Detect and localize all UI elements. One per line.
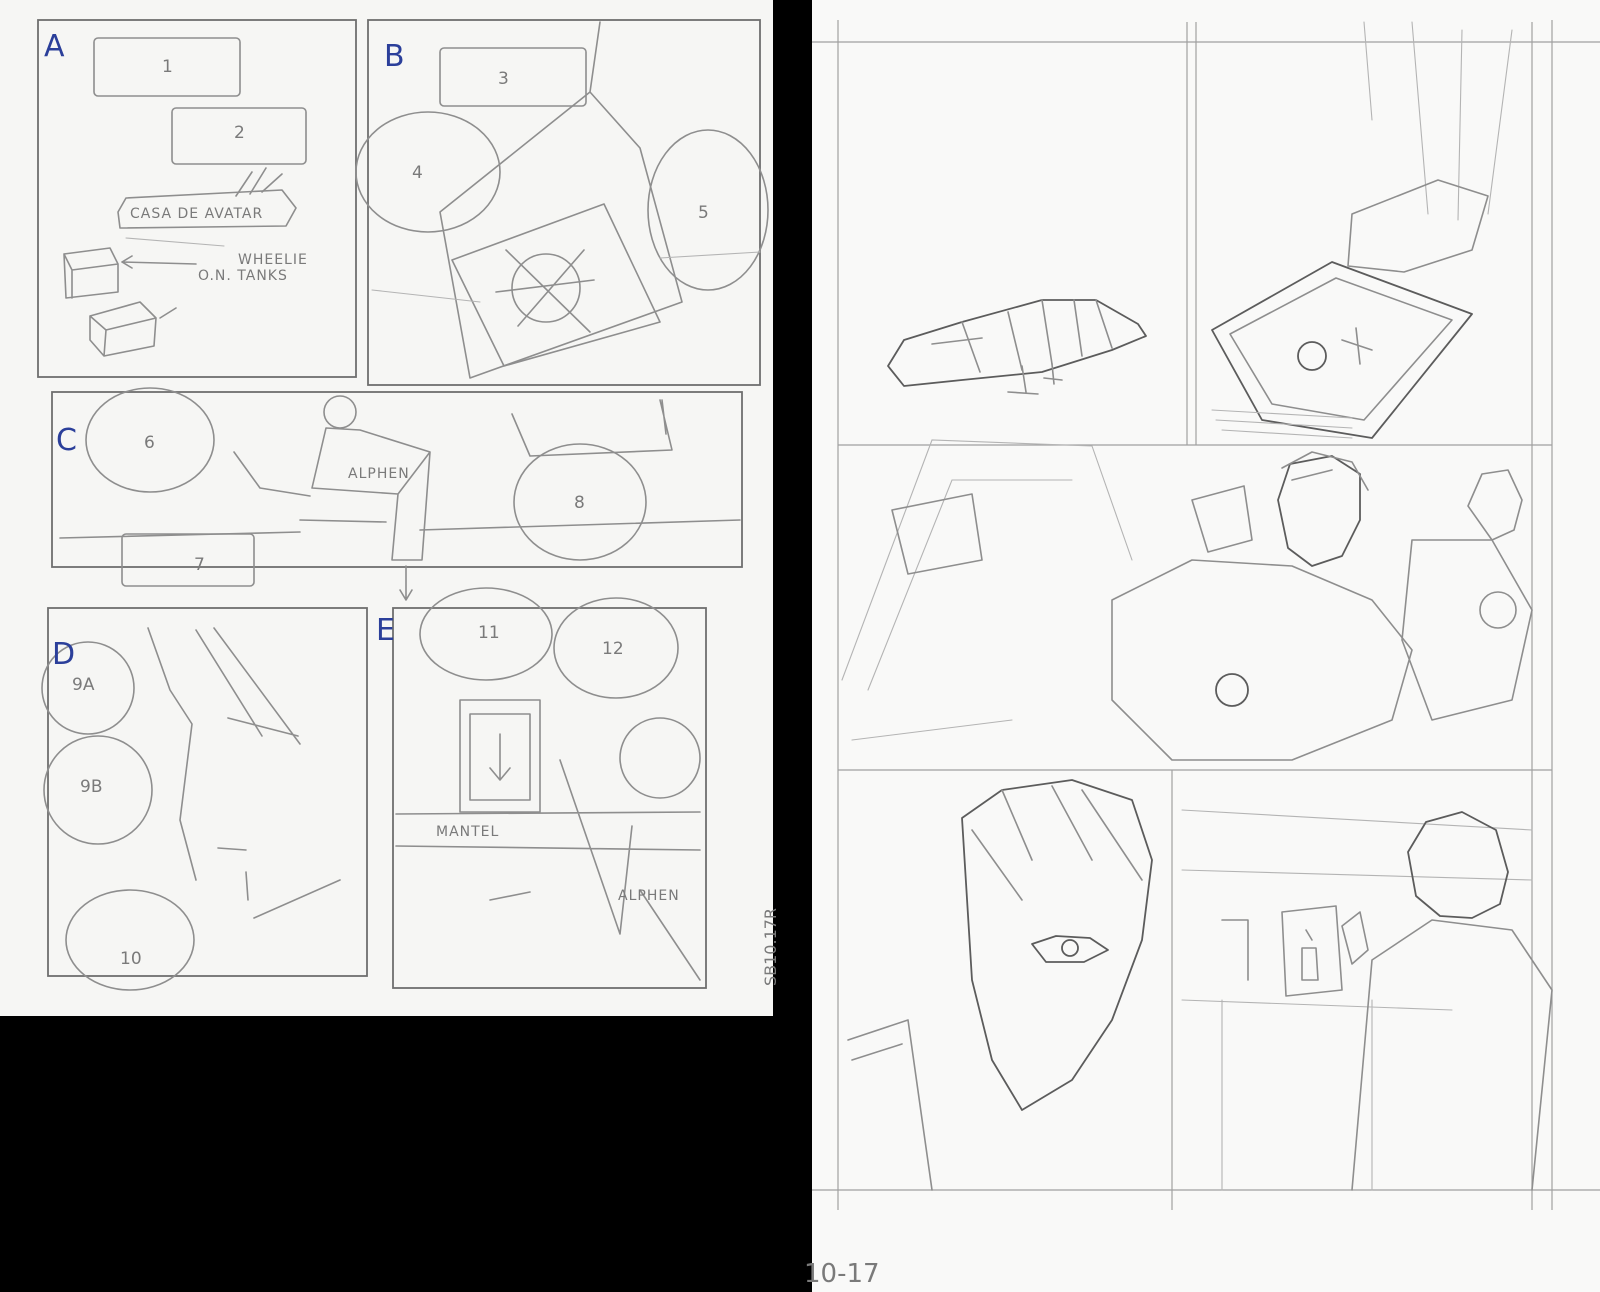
thumbnail-sheet: A B C D E 1 2 3 4 5 6 7 8 9A 9B 10 11 12…: [0, 0, 780, 1016]
balloon-number-9b: 9B: [80, 777, 102, 797]
balloon-number-8: 8: [574, 493, 585, 513]
balloon-number-9a: 9A: [72, 675, 95, 695]
balloon-number-10: 10: [120, 949, 142, 969]
note-alphen-c: ALPHEN: [348, 466, 410, 482]
panel-letters: A B C D E 1 2 3 4 5 6 7 8 9A 9B 10 11 12…: [44, 29, 780, 986]
panel-letter-c: C: [56, 423, 77, 458]
balloon-number-11: 11: [478, 623, 500, 643]
panel-letter-d: D: [52, 637, 75, 672]
pencils-sheet: 10-17: [804, 0, 1600, 1292]
balloon-number-1: 1: [162, 57, 173, 77]
panel-letter-b: B: [384, 39, 405, 74]
balloon-number-4: 4: [412, 163, 423, 183]
note-tanks: O.N. TANKS: [198, 268, 288, 284]
note-alphen-e: ALPHEN: [618, 888, 680, 904]
note-wheelie: WHEELIE: [238, 252, 308, 268]
panel-letter-a: A: [44, 29, 65, 64]
balloon-number-12: 12: [602, 639, 624, 659]
balloon-number-7: 7: [194, 555, 205, 575]
balloon-number-2: 2: [234, 123, 245, 143]
page-date: 10-17: [804, 1259, 880, 1289]
balloon-number-5: 5: [698, 203, 709, 223]
note-mantel: MANTEL: [436, 824, 499, 840]
note-casa-de-avatar: CASA DE AVATAR: [130, 206, 263, 222]
panel-letter-e: E: [376, 613, 395, 648]
artist-signature: SB10.17R: [761, 908, 780, 986]
balloon-number-3: 3: [498, 69, 509, 89]
balloon-number-6: 6: [144, 433, 155, 453]
pencils-annotations: 10-17: [804, 1259, 880, 1289]
